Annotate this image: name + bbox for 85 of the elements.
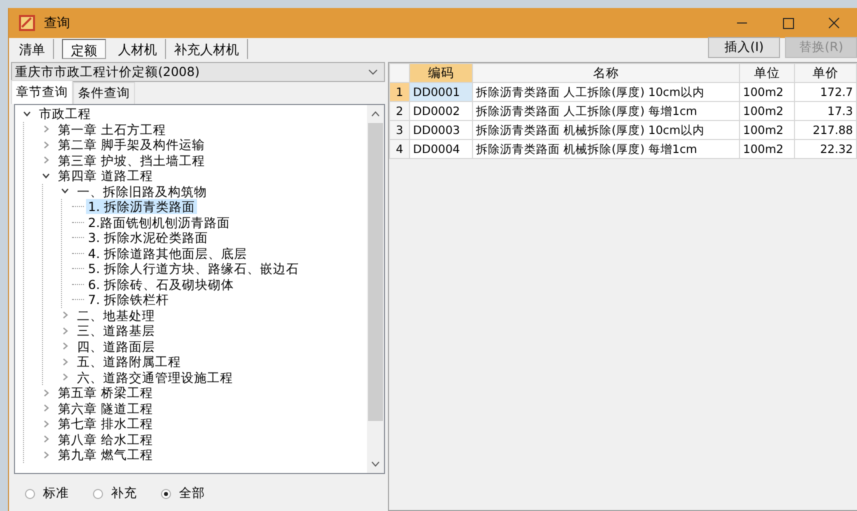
tree-item[interactable]: 6. 拆除砖、石及砌块砌体 [86, 276, 236, 292]
table-cell: DD0001 [410, 82, 472, 102]
radio-label[interactable]: 标准 [43, 485, 69, 502]
table-cell: 172.7 [794, 82, 856, 102]
table-cell: 拆除沥青类路面 机械拆除(厚度) 10cm以内 [472, 120, 740, 140]
tab[interactable]: 条件查询 [73, 82, 135, 104]
table-cell: 拆除沥青类路面 机械拆除(厚度) 每增1cm [472, 140, 740, 158]
chevron-right-icon[interactable] [61, 342, 69, 350]
chevron-down-icon[interactable] [23, 110, 31, 118]
tree-item[interactable]: 二、地基处理 [75, 308, 157, 323]
tree-item[interactable]: 三、道路基层 [75, 323, 157, 338]
tree-item[interactable]: 第五章 桥梁工程 [56, 385, 155, 400]
radio-button[interactable] [25, 488, 35, 498]
tab[interactable]: 补充人材机 [166, 39, 248, 59]
tab[interactable]: 定额 [62, 39, 106, 59]
chevron-down-icon[interactable] [61, 187, 69, 196]
chevron-right-icon[interactable] [61, 311, 69, 320]
table-cell: 拆除沥青类路面 人工拆除(厚度) 每增1cm [472, 102, 740, 120]
tree-item[interactable]: 第七章 排水工程 [56, 416, 155, 432]
chevron-right-icon[interactable] [61, 326, 69, 335]
chevron-right-icon[interactable] [42, 404, 50, 412]
chevron-right-icon[interactable] [61, 358, 69, 366]
column-header[interactable]: 单位 [740, 64, 794, 82]
table-cell: DD0002 [410, 102, 472, 120]
tree-item[interactable]: 3. 拆除水泥砼类路面 [86, 230, 210, 246]
table-cell: 拆除沥青类路面 人工拆除(厚度) 10cm以内 [472, 82, 740, 102]
chevron-right-icon[interactable] [42, 420, 50, 428]
tree-item[interactable]: 4. 拆除道路其他面层、底层 [86, 246, 249, 261]
tab[interactable]: 清单 [11, 39, 54, 59]
chevron-down-icon[interactable] [42, 172, 50, 180]
column-header[interactable]: 单价 [794, 64, 856, 82]
radio-label[interactable]: 全部 [179, 485, 205, 502]
tree-item[interactable]: 四、道路面层 [75, 338, 157, 354]
chevron-right-icon[interactable] [42, 125, 50, 134]
tree-item[interactable]: 第九章 燃气工程 [56, 447, 155, 462]
scroll-up-icon[interactable] [371, 111, 380, 117]
scrollbar[interactable] [367, 105, 384, 473]
column-header[interactable]: 编码 [410, 64, 472, 82]
tree-item[interactable]: 第一章 土石方工程 [56, 122, 168, 137]
row-number: 2 [390, 102, 410, 120]
chevron-right-icon[interactable] [42, 140, 50, 149]
table-cell: 100m2 [740, 120, 794, 140]
radio-label[interactable]: 补充 [111, 485, 137, 502]
tree-item[interactable]: 7. 拆除铁栏杆 [86, 292, 171, 308]
row-number: 4 [390, 140, 410, 158]
window-title: 查询 [44, 15, 70, 32]
tree-item[interactable]: 1. 拆除沥青类路面 [86, 199, 197, 214]
button[interactable]: 插入(I) [708, 37, 780, 58]
table-cell: 100m2 [740, 82, 794, 102]
chevron-right-icon[interactable] [42, 388, 50, 397]
row-number: 3 [390, 120, 410, 140]
tree-item[interactable]: 第六章 隧道工程 [56, 400, 155, 416]
tree-item[interactable]: 2.路面铣刨机刨沥青路面 [86, 214, 232, 230]
scroll-thumb[interactable] [368, 123, 383, 421]
tree-item[interactable]: 第四章 道路工程 [56, 168, 155, 184]
tree-item[interactable]: 5. 拆除人行道方块、路缘石、嵌边石 [86, 261, 301, 276]
library-dropdown[interactable]: 重庆市市政工程计价定额(2008) [11, 62, 385, 82]
chevron-right-icon[interactable] [61, 373, 69, 382]
radio-button[interactable] [93, 488, 103, 498]
tree-item[interactable]: 第三章 护坡、挡土墙工程 [56, 152, 207, 168]
tree-item[interactable]: 六、道路交通管理设施工程 [75, 370, 235, 385]
tree-item[interactable]: 第二章 脚手架及构件运输 [56, 137, 207, 152]
table-cell: 17.3 [794, 102, 856, 120]
chevron-right-icon[interactable] [42, 450, 50, 459]
chevron-down-icon [368, 69, 378, 75]
table-cell: DD0003 [410, 120, 472, 140]
tab[interactable]: 人材机 [110, 39, 166, 59]
table-cell: DD0004 [410, 140, 472, 158]
table-cell: 100m2 [740, 102, 794, 120]
table-cell: 100m2 [740, 140, 794, 158]
table-cell: 217.88 [794, 120, 856, 140]
radio-button[interactable] [161, 488, 171, 498]
dropdown-value: 重庆市市政工程计价定额(2008) [15, 64, 200, 80]
table-cell: 22.32 [794, 140, 856, 158]
app-icon [18, 14, 36, 32]
tree-item[interactable]: 市政工程 [37, 106, 93, 122]
tab[interactable]: 章节查询 [11, 80, 73, 104]
column-header[interactable]: 名称 [472, 64, 740, 82]
tree-item[interactable]: 一、拆除旧路及构筑物 [75, 184, 209, 199]
tree-item[interactable]: 第八章 给水工程 [56, 432, 155, 447]
chevron-right-icon[interactable] [42, 156, 50, 164]
scroll-down-icon[interactable] [371, 461, 380, 467]
row-number: 1 [390, 82, 410, 102]
chevron-right-icon[interactable] [42, 435, 50, 444]
tree-item[interactable]: 五、道路附属工程 [75, 354, 183, 370]
